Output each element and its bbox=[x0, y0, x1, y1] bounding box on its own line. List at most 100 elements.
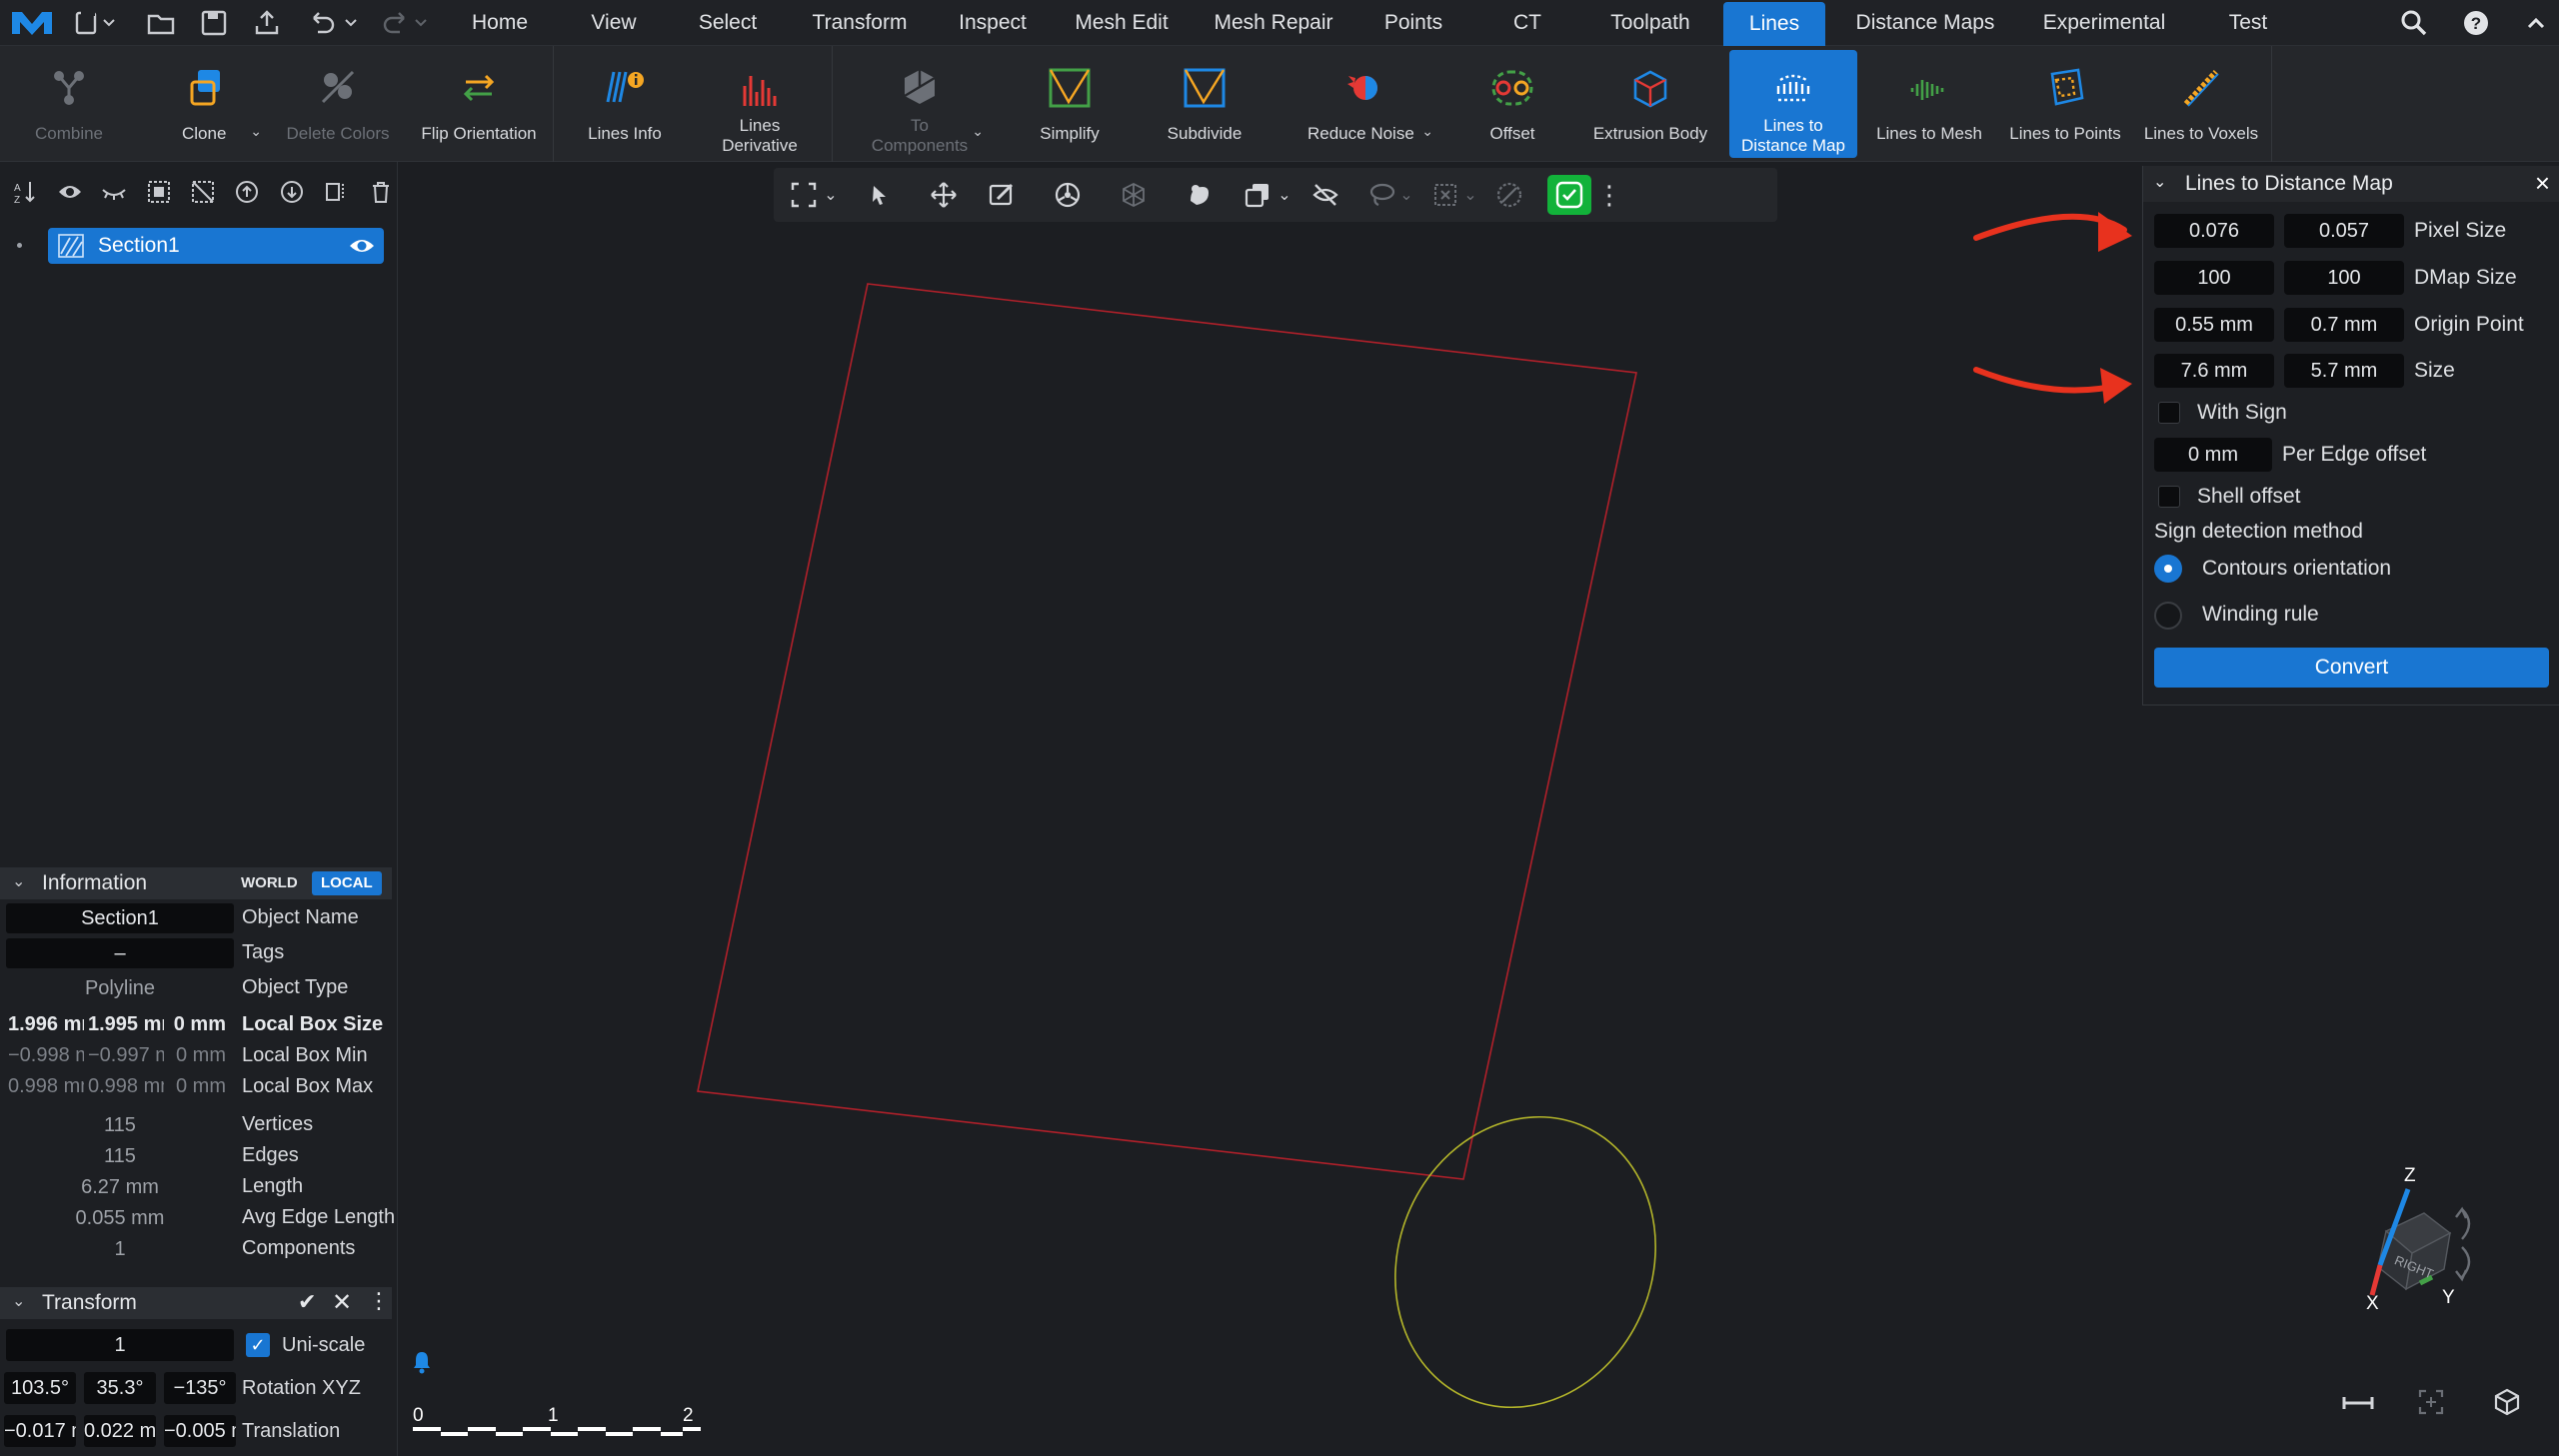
rotation-x-field[interactable]: 103.5° bbox=[4, 1372, 76, 1404]
move-up-icon[interactable] bbox=[230, 175, 264, 210]
fit-view-icon[interactable] bbox=[786, 178, 822, 212]
convert-button[interactable]: Convert bbox=[2154, 648, 2549, 688]
tab-experimental[interactable]: Experimental bbox=[2029, 0, 2179, 46]
more-options-icon[interactable]: ⋮ bbox=[1596, 178, 1622, 212]
sort-icon[interactable]: AZ bbox=[8, 175, 42, 210]
scale-field[interactable]: 1 bbox=[6, 1329, 234, 1361]
lines-derivative-button[interactable]: Lines Derivative bbox=[700, 50, 820, 158]
measure-icon[interactable] bbox=[2340, 1393, 2380, 1417]
combine-button[interactable]: Combine bbox=[14, 50, 124, 158]
eye-icon[interactable] bbox=[52, 175, 86, 210]
notification-bell-icon[interactable] bbox=[409, 1349, 437, 1377]
app-logo[interactable] bbox=[10, 8, 54, 38]
no-filter-icon[interactable] bbox=[1491, 178, 1527, 212]
chevron-down-icon[interactable]: ⌄ bbox=[1274, 178, 1295, 212]
object-name-field[interactable]: Section1 bbox=[6, 903, 234, 933]
collapse-ribbon-icon[interactable] bbox=[2521, 0, 2551, 46]
hide-icon[interactable] bbox=[1307, 178, 1343, 212]
paint-icon[interactable] bbox=[1182, 178, 1218, 212]
dmap-size-y-input[interactable]: 100 bbox=[2284, 261, 2404, 295]
eye-closed-icon[interactable] bbox=[97, 175, 131, 210]
lines-info-button[interactable]: Lines Info bbox=[570, 50, 680, 158]
move-icon[interactable] bbox=[926, 178, 962, 212]
local-toggle[interactable]: LOCAL bbox=[312, 871, 382, 895]
box-select-icon[interactable] bbox=[1427, 178, 1463, 212]
tab-lines[interactable]: Lines bbox=[1723, 2, 1825, 46]
chevron-down-icon[interactable]: ⌄ bbox=[2153, 172, 2166, 192]
chevron-down-icon[interactable]: ⌄ bbox=[1421, 123, 1433, 140]
undo-icon[interactable] bbox=[306, 8, 362, 38]
tab-test[interactable]: Test bbox=[2215, 0, 2281, 46]
panel-header[interactable]: ⌄ Lines to Distance Map × bbox=[2143, 166, 2559, 202]
translation-x-field[interactable]: −0.017 mm bbox=[4, 1415, 76, 1447]
subdivide-button[interactable]: Subdivide bbox=[1146, 50, 1264, 158]
flip-orientation-button[interactable]: Flip Orientation bbox=[412, 50, 546, 158]
chevron-down-icon[interactable]: ⌄ bbox=[1395, 178, 1417, 212]
shell-offset-checkbox[interactable] bbox=[2158, 486, 2180, 508]
size-x-input[interactable]: 7.6 mm bbox=[2154, 354, 2274, 388]
apply-check-icon[interactable]: ✔ bbox=[298, 1289, 316, 1315]
pixel-size-y-input[interactable]: 0.057 bbox=[2284, 214, 2404, 248]
extrusion-body-button[interactable]: Extrusion Body bbox=[1583, 50, 1717, 158]
dmap-size-x-input[interactable]: 100 bbox=[2154, 261, 2274, 295]
reduce-noise-button[interactable]: Reduce Noise ⌄ bbox=[1289, 50, 1439, 158]
more-options-icon[interactable]: ⋮ bbox=[368, 1288, 390, 1314]
to-components-button[interactable]: To Components ⌄ bbox=[850, 50, 990, 158]
save-menu-icon[interactable] bbox=[74, 8, 118, 38]
transform-header[interactable]: ⌄ Transform ✔ ✕ ⋮ bbox=[0, 1287, 392, 1319]
tab-ct[interactable]: CT bbox=[1497, 0, 1557, 46]
chevron-down-icon[interactable]: ⌄ bbox=[250, 123, 262, 140]
split-icon[interactable] bbox=[319, 175, 353, 210]
rotation-y-field[interactable]: 35.3° bbox=[84, 1372, 156, 1404]
translation-z-field[interactable]: −0.005 mm bbox=[164, 1415, 236, 1447]
tab-distance-maps[interactable]: Distance Maps bbox=[1845, 0, 2005, 46]
select-all-icon[interactable] bbox=[141, 175, 175, 210]
information-header[interactable]: ⌄ Information WORLD LOCAL bbox=[0, 867, 392, 899]
search-icon[interactable] bbox=[2399, 0, 2429, 46]
tab-home[interactable]: Home bbox=[456, 0, 544, 46]
size-y-input[interactable]: 5.7 mm bbox=[2284, 354, 2404, 388]
contours-orientation-radio[interactable] bbox=[2154, 555, 2182, 583]
rotation-z-field[interactable]: −135° bbox=[164, 1372, 236, 1404]
help-icon[interactable]: ? bbox=[2461, 0, 2491, 46]
trash-icon[interactable] bbox=[364, 175, 398, 210]
save-icon[interactable] bbox=[199, 8, 229, 38]
simplify-button[interactable]: Simplify bbox=[1014, 50, 1126, 158]
rotate-view-icon[interactable] bbox=[1050, 178, 1086, 212]
open-folder-icon[interactable] bbox=[146, 8, 176, 38]
visibility-eye-icon[interactable] bbox=[348, 234, 376, 258]
tab-mesh-repair[interactable]: Mesh Repair bbox=[1206, 0, 1341, 46]
confirm-check-icon[interactable] bbox=[1547, 175, 1591, 215]
scene-item-section1[interactable]: Section1 bbox=[48, 228, 384, 264]
per-edge-offset-input[interactable]: 0 mm bbox=[2154, 438, 2272, 472]
clone-button[interactable]: Clone ⌄ bbox=[150, 50, 268, 158]
chevron-down-icon[interactable]: ⌄ bbox=[972, 123, 984, 140]
tags-field[interactable]: – bbox=[6, 938, 234, 968]
translation-y-field[interactable]: 0.022 mm bbox=[84, 1415, 156, 1447]
tab-mesh-edit[interactable]: Mesh Edit bbox=[1066, 0, 1178, 46]
chevron-down-icon[interactable]: ⌄ bbox=[1459, 178, 1481, 212]
deselect-icon[interactable] bbox=[186, 175, 220, 210]
section-outline[interactable] bbox=[697, 283, 1637, 1180]
move-down-icon[interactable] bbox=[275, 175, 309, 210]
pixel-size-x-input[interactable]: 0.076 bbox=[2154, 214, 2274, 248]
with-sign-checkbox[interactable] bbox=[2158, 402, 2180, 424]
lines-to-points-button[interactable]: Lines to Points bbox=[1999, 50, 2131, 158]
circle-polyline[interactable] bbox=[1352, 1077, 1698, 1447]
tab-select[interactable]: Select bbox=[686, 0, 770, 46]
winding-rule-radio[interactable] bbox=[2154, 602, 2182, 630]
lasso-icon[interactable] bbox=[1363, 178, 1399, 212]
uniscale-checkbox[interactable]: ✓ bbox=[246, 1333, 270, 1357]
lines-to-distance-map-button[interactable]: Lines to Distance Map bbox=[1729, 50, 1857, 158]
fit-selection-icon[interactable] bbox=[2416, 1387, 2450, 1421]
mesh-select-icon[interactable] bbox=[1116, 178, 1152, 212]
origin-point-x-input[interactable]: 0.55 mm bbox=[2154, 308, 2274, 342]
view-cube[interactable]: RIGHT Z X Y bbox=[2328, 1161, 2488, 1311]
chevron-down-icon[interactable]: ⌄ bbox=[820, 178, 842, 212]
tab-transform[interactable]: Transform bbox=[800, 0, 920, 46]
copy-objects-icon[interactable] bbox=[1240, 178, 1276, 212]
lines-to-voxels-button[interactable]: Lines to Voxels bbox=[2135, 50, 2267, 158]
offset-button[interactable]: Offset bbox=[1461, 50, 1563, 158]
tab-view[interactable]: View bbox=[576, 0, 652, 46]
redo-icon[interactable] bbox=[376, 8, 432, 38]
